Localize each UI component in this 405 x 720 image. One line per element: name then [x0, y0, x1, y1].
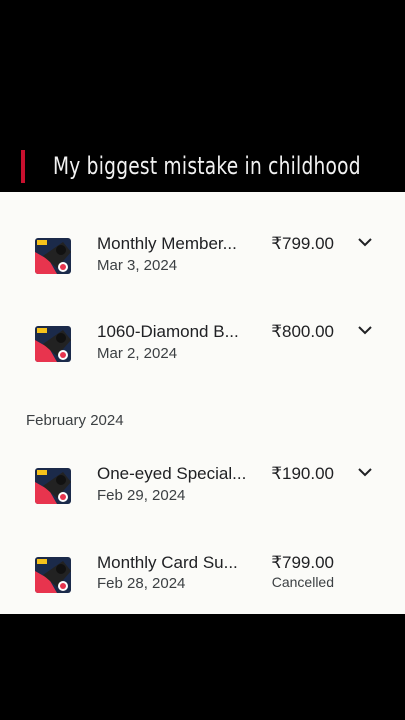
- transaction-price: ₹190.00: [271, 464, 334, 483]
- transaction-date: Mar 3, 2024: [97, 257, 178, 274]
- transaction-date: Feb 28, 2024: [97, 575, 186, 592]
- banner-title: My biggest mistake in childhood: [53, 152, 361, 180]
- transaction-name: Monthly Member...: [97, 234, 237, 253]
- transaction-date: Mar 2, 2024: [97, 345, 178, 362]
- transaction-price: ₹799.00: [271, 234, 334, 253]
- banner-accent-bar: [21, 150, 25, 183]
- transaction-status: Cancelled: [271, 574, 334, 590]
- transaction-row[interactable]: Monthly Card Su... Feb 28, 2024 ₹799.00 …: [0, 534, 405, 614]
- chevron-down-icon[interactable]: [356, 321, 374, 339]
- transaction-price: ₹800.00: [271, 322, 334, 341]
- video-bottom-area: [0, 614, 405, 720]
- transaction-name: 1060-Diamond B...: [97, 322, 239, 341]
- transaction-row[interactable]: 1060-Diamond B... Mar 2, 2024 ₹800.00: [0, 303, 405, 383]
- transaction-price: ₹799.00: [271, 553, 334, 572]
- transaction-row[interactable]: One-eyed Special... Feb 29, 2024 ₹190.00: [0, 445, 405, 525]
- game-app-icon: [35, 238, 71, 274]
- transaction-name: Monthly Card Su...: [97, 553, 238, 572]
- chevron-down-icon[interactable]: [356, 233, 374, 251]
- transaction-name: One-eyed Special...: [97, 464, 247, 483]
- transaction-row[interactable]: Monthly Member... Mar 3, 2024 ₹799.00: [0, 215, 405, 295]
- game-app-icon: [35, 557, 71, 593]
- game-app-icon: [35, 326, 71, 362]
- month-header: February 2024: [26, 412, 124, 429]
- game-app-icon: [35, 468, 71, 504]
- video-banner: My biggest mistake in childhood: [0, 0, 405, 192]
- transaction-date: Feb 29, 2024: [97, 487, 186, 504]
- chevron-down-icon[interactable]: [356, 463, 374, 481]
